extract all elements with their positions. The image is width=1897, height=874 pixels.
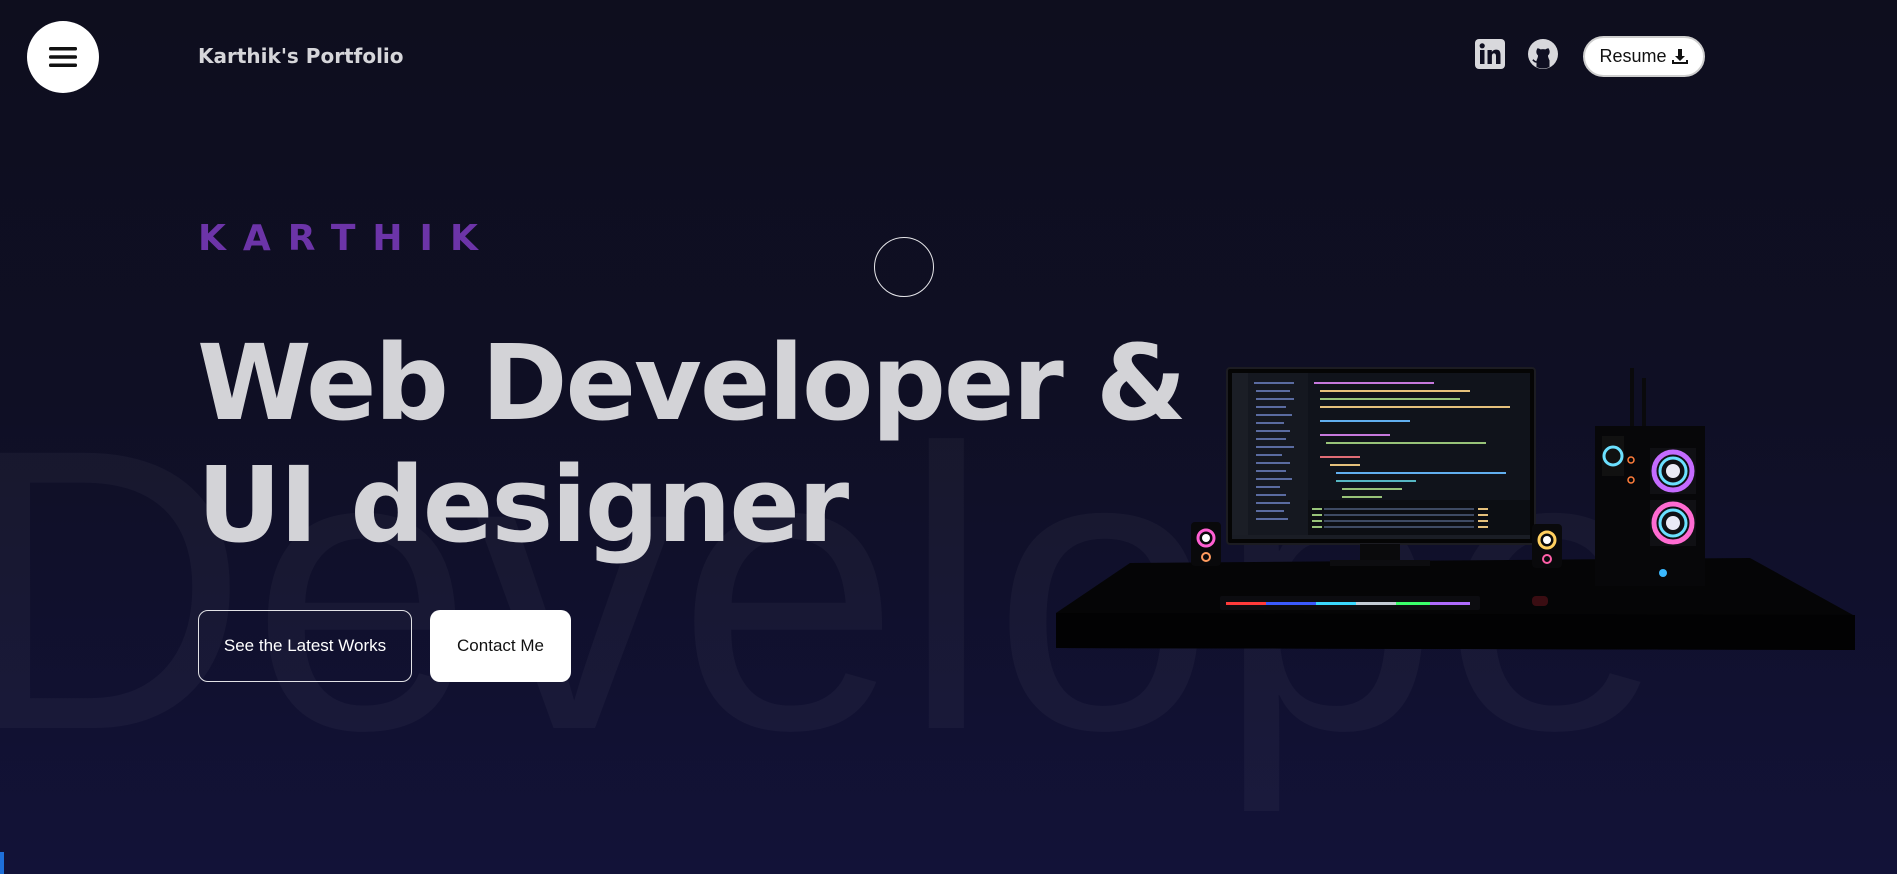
keyboard [1220, 596, 1480, 610]
github-link[interactable] [1527, 38, 1559, 70]
linkedin-link[interactable] [1474, 38, 1506, 70]
left-edge-accent [0, 852, 4, 874]
resume-label: Resume [1599, 46, 1667, 66]
monitor [1226, 367, 1536, 566]
right-speaker [1532, 524, 1562, 568]
brand-title[interactable]: Karthik's Portfolio [198, 44, 404, 68]
see-latest-works-button[interactable]: See the Latest Works [198, 610, 412, 682]
contact-me-button[interactable]: Contact Me [430, 610, 571, 682]
pc-tower [1595, 368, 1705, 586]
left-speaker [1191, 522, 1221, 566]
desk-setup-3d-scene[interactable] [1050, 360, 1860, 660]
github-icon [1528, 39, 1558, 69]
custom-cursor-ring [874, 237, 934, 297]
menu-button[interactable] [27, 21, 99, 93]
headline-line-1: Web Developer & [197, 322, 1187, 444]
headline-line-2: UI designer [197, 444, 849, 566]
resume-download-button[interactable]: Resume [1583, 36, 1705, 77]
hero-headline: Web Developer & UI designer [197, 322, 1187, 566]
mouse [1532, 596, 1548, 606]
hero-eyebrow-name: KARTHIK [198, 218, 495, 259]
linkedin-icon [1475, 39, 1505, 69]
hamburger-menu-icon [49, 47, 77, 67]
download-icon [1671, 48, 1688, 64]
